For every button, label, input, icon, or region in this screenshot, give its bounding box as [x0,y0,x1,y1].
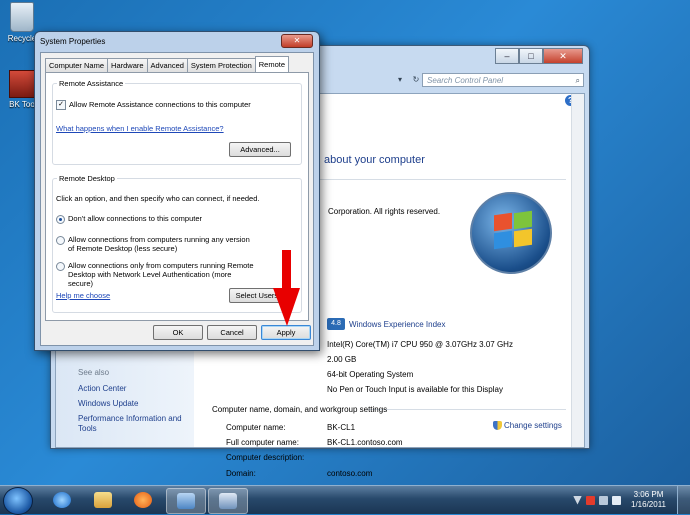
volume-icon[interactable] [612,495,621,505]
search-input[interactable]: Search Control Panel ⌕ [422,73,584,87]
address-bar-area: ▾ ↻ Search Control Panel ⌕ [289,72,585,90]
maximize-button[interactable]: □ [519,48,543,64]
remote-assistance-checkbox-label[interactable]: Allow Remote Assistance connections to t… [69,100,251,109]
remote-assistance-help-link[interactable]: What happens when I enable Remote Assist… [56,124,224,133]
remote-assistance-checkbox-row[interactable]: ✓ Allow Remote Assistance connections to… [56,100,251,110]
start-button[interactable] [3,487,33,515]
performance-info-link[interactable]: Performance Information and Tools [78,414,193,434]
tab-advanced[interactable]: Advanced [146,58,188,72]
system-tray: 3:06 PM 1/16/2011 [571,486,690,514]
action-center-flag-icon[interactable] [586,495,595,505]
clock[interactable]: 3:06 PM 1/16/2011 [631,490,666,510]
advanced-button[interactable]: Advanced... [229,142,291,157]
system-properties-taskbar-icon[interactable] [208,488,248,514]
radio-allow-nla-label[interactable]: Allow connections only from computers ru… [68,261,256,288]
close-button[interactable]: ✕ [543,48,583,64]
windows-update-link[interactable]: Windows Update [78,399,193,409]
action-center-link[interactable]: Action Center [78,384,193,394]
search-icon[interactable]: ⌕ [576,74,580,88]
minimize-button[interactable]: – [495,48,519,64]
windows-logo-icon [470,192,552,274]
clock-date: 1/16/2011 [631,500,666,509]
taskbar: 3:06 PM 1/16/2011 [0,485,690,515]
remote-desktop-label: Remote Desktop [57,174,117,183]
help-me-choose-link[interactable]: Help me choose [56,291,110,300]
tab-strip: Computer Name Hardware Advanced System P… [45,56,290,72]
uac-shield-icon [493,421,502,430]
control-panel-taskbar-icon[interactable] [166,488,206,514]
memory-value: 2.00 GB [327,355,357,364]
see-also-label: See also [78,368,110,377]
page-title: about your computer [324,154,425,166]
remote-desktop-instructions: Click an option, and then specify who ca… [56,194,260,203]
file-explorer-icon[interactable] [84,488,122,512]
processor-value: Intel(R) Core(TM) i7 CPU 950 @ 3.07GHz 3… [327,340,513,349]
remote-assistance-group: Remote Assistance ✓ Allow Remote Assista… [52,79,302,165]
dialog-close-button[interactable]: ✕ [281,34,313,48]
ok-button[interactable]: OK [153,325,203,340]
show-hidden-icons-icon[interactable] [573,495,582,505]
remote-desktop-group: Remote Desktop Click an option, and then… [52,174,302,313]
section-title: Computer name, domain, and workgroup set… [212,405,388,414]
scrollbar[interactable] [571,94,584,447]
radio-dont-allow-row[interactable]: Don't allow connections to this computer [56,214,202,224]
full-computer-name-label: Full computer name: [226,438,299,447]
recycle-bin-glyph-icon [10,2,34,32]
network-icon[interactable] [599,495,608,505]
remote-assistance-checkbox[interactable]: ✓ [56,100,66,110]
remote-assistance-label: Remote Assistance [57,79,126,88]
bk-tools-glyph-icon [9,70,35,98]
change-settings-link[interactable]: Change settings [493,421,562,430]
cancel-button[interactable]: Cancel [207,325,257,340]
radio-allow-any-label[interactable]: Allow connections from computers running… [68,235,256,253]
wei-link[interactable]: Windows Experience Index [349,320,446,329]
show-desktop-button[interactable] [677,486,690,514]
internet-explorer-icon[interactable] [43,488,81,512]
change-settings-label[interactable]: Change settings [504,421,562,430]
radio-dont-allow-label[interactable]: Don't allow connections to this computer [68,214,202,223]
computer-description-label: Computer description: [226,453,305,462]
clock-time: 3:06 PM [633,490,664,499]
computer-name-label: Computer name: [226,423,286,432]
radio-allow-any[interactable] [56,236,65,245]
tab-computer-name[interactable]: Computer Name [45,58,109,72]
radio-dont-allow[interactable] [56,215,65,224]
dialog-title: System Properties [40,37,106,46]
system-type-value: 64-bit Operating System [327,370,414,379]
search-placeholder: Search Control Panel [427,76,504,85]
windows-experience-index[interactable]: 4.8 Windows Experience Index [327,318,446,330]
tab-system-protection[interactable]: System Protection [186,58,256,72]
media-player-icon[interactable] [124,488,162,512]
computer-name-value: BK-CL1 [327,423,356,432]
copyright-text: Corporation. All rights reserved. [328,207,441,216]
full-computer-name-value: BK-CL1.contoso.com [327,438,403,447]
radio-allow-nla-row[interactable]: Allow connections only from computers ru… [56,261,256,288]
radio-allow-nla[interactable] [56,262,65,271]
tab-remote[interactable]: Remote [254,56,290,72]
red-arrow-annotation [273,250,300,326]
divider [368,409,566,410]
radio-allow-any-row[interactable]: Allow connections from computers running… [56,235,256,253]
domain-value: contoso.com [327,469,373,478]
pen-touch-value: No Pen or Touch Input is available for t… [327,385,503,394]
domain-label: Domain: [226,469,256,478]
wei-score-badge: 4.8 [327,318,345,330]
tab-hardware[interactable]: Hardware [107,58,148,72]
